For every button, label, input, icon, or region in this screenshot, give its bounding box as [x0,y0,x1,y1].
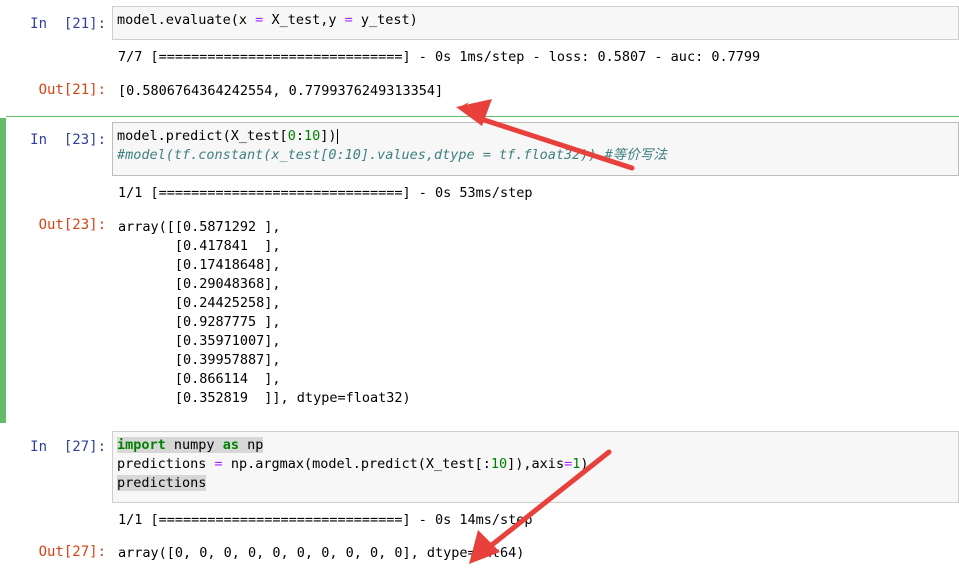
result-output: array([[0.5871292 ], [0.417841 ], [0.174… [118,218,411,408]
cell-divider [6,116,959,117]
code-comment-line: #model(tf.constant(x_test[0:10].values,d… [117,147,667,163]
array-line: [0.17418648], [118,257,281,273]
selected-cell-bar [0,118,6,423]
code-line: predictions [117,475,207,491]
code-input[interactable]: import numpy as np predictions = np.argm… [112,431,959,503]
code-line: import numpy as np [117,437,264,453]
out-prompt: Out[23]: [38,217,106,233]
cell-27[interactable]: In [27]: import numpy as np predictions … [0,425,959,573]
in-prompt: In [23]: [30,132,106,148]
array-line: [0.352819 ]], dtype=float32) [118,390,411,406]
code-input[interactable]: model.evaluate(x = X_test,y = y_test) [112,6,959,40]
in-prompt: In [27]: [30,439,106,455]
result-output: array([0, 0, 0, 0, 0, 0, 0, 0, 0, 0], dt… [118,545,525,561]
array-line: array([[0.5871292 ], [118,219,281,235]
stream-output: 1/1 [==============================] - 0… [118,185,533,201]
code-line: model.evaluate(x = X_test,y = y_test) [117,12,418,28]
stream-output: 1/1 [==============================] - 0… [118,512,533,528]
out-prompt: Out[21]: [38,82,106,98]
in-prompt: In [21]: [30,16,106,32]
array-line: [0.9287775 ], [118,314,281,330]
code-line: predictions = np.argmax(model.predict(X_… [117,456,589,472]
array-line: [0.866114 ], [118,371,281,387]
array-line: [0.24425258], [118,295,281,311]
array-line: [0.35971007], [118,333,281,349]
result-output: [0.5806764364242554, 0.7799376249313354] [118,83,444,99]
array-line: [0.29048368], [118,276,281,292]
cell-23[interactable]: In [23]: model.predict(X_test[0:10]) #mo… [0,118,959,423]
out-prompt: Out[27]: [38,544,106,560]
text-cursor [336,128,338,144]
cell-21[interactable]: In [21]: model.evaluate(x = X_test,y = y… [0,0,959,118]
array-line: [0.39957887], [118,352,281,368]
code-input[interactable]: model.predict(X_test[0:10]) #model(tf.co… [112,122,959,176]
array-line: [0.417841 ], [118,238,281,254]
code-line: model.predict(X_test[0:10]) [117,128,338,144]
stream-output: 7/7 [==============================] - 0… [118,49,761,65]
